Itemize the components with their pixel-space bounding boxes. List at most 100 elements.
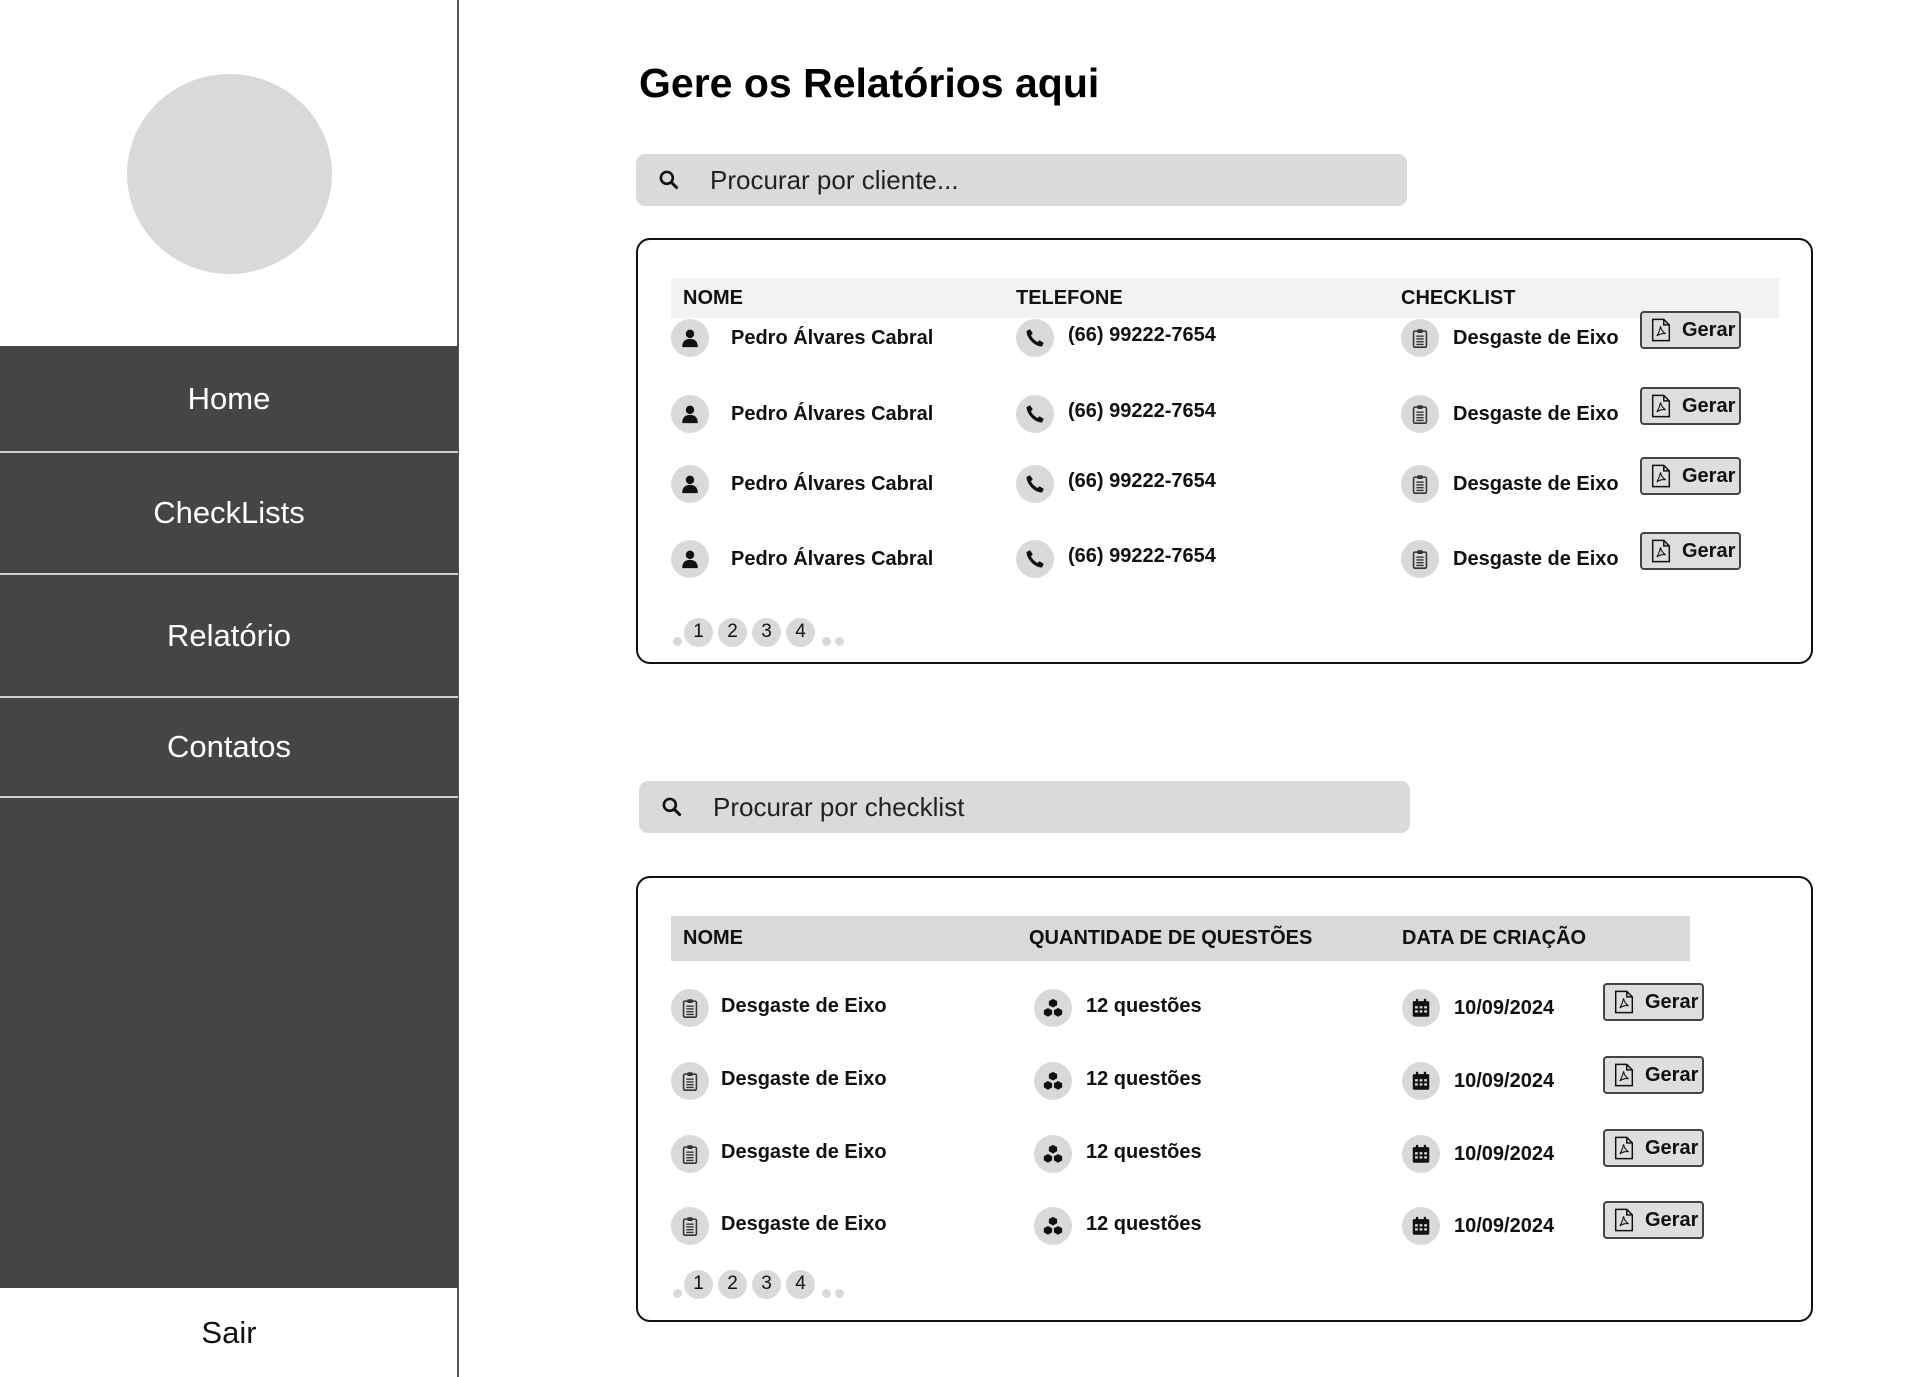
page-button[interactable]: 2 [718,617,747,647]
page-button[interactable]: 2 [718,1269,747,1299]
checklist-date: 10/09/2024 [1454,996,1555,1019]
gerar-label: Gerar [1645,1063,1699,1086]
client-checklist-cell: Desgaste de Eixo [1401,462,1619,506]
gerar-label: Gerar [1682,318,1736,341]
client-search-bar[interactable] [636,154,1407,206]
checklist-name: Desgaste de Eixo [721,1140,887,1163]
checklist-date-cell: 10/09/2024 [1402,1132,1554,1176]
client-name: Pedro Álvares Cabral [731,547,934,570]
client-checklist-cell: Desgaste de Eixo [1401,392,1619,436]
client-checklist: Desgaste de Eixo [1453,547,1619,570]
client-name-cell: Pedro Álvares Cabral [671,316,933,360]
calendar-icon [1402,1207,1440,1245]
client-checklist: Desgaste de Eixo [1453,326,1619,349]
checklist-name-cell: Desgaste de Eixo [671,986,887,1030]
checklist-questions-cell: 12 questões [1034,1132,1202,1176]
pdf-file-icon [1613,990,1645,1014]
phone-icon [1016,395,1054,433]
checklist-questions: 12 questões [1086,1140,1202,1163]
pagination-dot [673,637,682,646]
client-phone-cell: (66) 99222-7654 [1016,537,1216,581]
gerar-button[interactable]: Gerar [1640,457,1741,495]
client-phone: (66) 99222-7654 [1068,323,1216,346]
sidebar-item-home[interactable]: Home [0,346,458,453]
table-row: Pedro Álvares Cabral (66) 99222-7654 Desga… [671,457,1771,506]
checklist-date-cell: 10/09/2024 [1402,1059,1554,1103]
cubes-icon [1034,1135,1072,1173]
page-button[interactable]: 4 [786,1269,815,1299]
gerar-button[interactable]: Gerar [1640,311,1741,349]
client-name: Pedro Álvares Cabral [731,472,934,495]
sidebar-item-label: Home [187,380,271,416]
sidebar-item-contatos[interactable]: Contatos [0,698,458,798]
user-icon [671,319,709,357]
pagination-dot [822,637,831,646]
client-phone-cell: (66) 99222-7654 [1016,392,1216,436]
gerar-button[interactable]: Gerar [1603,1129,1704,1167]
sidebar-item-label: Relatório [166,617,292,653]
cubes-icon [1034,1207,1072,1245]
logout-button[interactable]: Sair [0,1288,458,1377]
sidebar-item-checklists[interactable]: CheckLists [0,453,458,575]
pagination-dot [835,1289,844,1298]
checklist-date: 10/09/2024 [1454,1069,1555,1092]
cubes-icon [1034,989,1072,1027]
page-button[interactable]: 4 [786,617,815,647]
gerar-button[interactable]: Gerar [1640,387,1741,425]
checklist-search-input[interactable] [713,791,1363,823]
logout-label: Sair [201,1314,257,1350]
checklist-questions-cell: 12 questões [1034,986,1202,1030]
cubes-icon [1034,1062,1072,1100]
client-phone: (66) 99222-7654 [1068,399,1216,422]
clipboard-icon [1401,540,1439,578]
calendar-icon [1402,1062,1440,1100]
clipboard-icon [1401,395,1439,433]
column-header-name: NOME [683,286,743,309]
page-button[interactable]: 1 [684,617,713,647]
phone-icon [1016,465,1054,503]
gerar-button[interactable]: Gerar [1603,1056,1704,1094]
calendar-icon [1402,989,1440,1027]
table-header: NOME TELEFONE CHECKLIST [671,278,1779,318]
clipboard-icon [671,1207,709,1245]
sidebar: Home CheckLists Relatório Contatos Sair [0,0,459,1377]
sidebar-item-relatorio[interactable]: Relatório [0,575,458,698]
pdf-file-icon [1613,1136,1645,1160]
checklist-name: Desgaste de Eixo [721,1212,887,1235]
pdf-file-icon [1650,464,1682,488]
user-icon [671,395,709,433]
avatar[interactable] [127,74,332,274]
client-search-input[interactable] [710,164,1360,196]
clipboard-icon [671,1135,709,1173]
gerar-button[interactable]: Gerar [1640,532,1741,570]
checklist-date-cell: 10/09/2024 [1402,986,1554,1030]
client-checklist: Desgaste de Eixo [1453,402,1619,425]
page-button[interactable]: 1 [684,1269,713,1299]
page-button[interactable]: 3 [752,617,781,647]
pdf-file-icon [1613,1063,1645,1087]
sidebar-item-label: CheckLists [153,495,305,530]
table-row: Desgaste de Eixo 12 questões 10/09/2024 Ger… [671,1129,1771,1176]
search-icon [659,170,679,190]
client-checklist-cell: Desgaste de Eixo [1401,316,1619,360]
client-phone: (66) 99222-7654 [1068,544,1216,567]
client-checklist-cell: Desgaste de Eixo [1401,537,1619,581]
gerar-button[interactable]: Gerar [1603,1201,1704,1239]
table-row: Pedro Álvares Cabral (66) 99222-7654 Desga… [671,311,1771,360]
gerar-label: Gerar [1682,464,1736,487]
page-button[interactable]: 3 [752,1269,781,1299]
gerar-button[interactable]: Gerar [1603,983,1704,1021]
calendar-icon [1402,1135,1440,1173]
checklists-table: NOME QUANTIDADE DE QUESTÕES DATA DE CRIA… [636,876,1813,1322]
pagination-dot [822,1289,831,1298]
checklist-questions-cell: 12 questões [1034,1204,1202,1248]
checklist-search-bar[interactable] [639,781,1410,833]
pagination: 1 2 3 4 [671,617,846,647]
clients-table: NOME TELEFONE CHECKLIST Pedro Álvares Ca… [636,238,1813,664]
checklist-questions-cell: 12 questões [1034,1059,1202,1103]
pdf-file-icon [1650,318,1682,342]
column-header-checklist: CHECKLIST [1401,286,1516,309]
client-phone-cell: (66) 99222-7654 [1016,462,1216,506]
client-name: Pedro Álvares Cabral [731,402,934,425]
table-row: Pedro Álvares Cabral (66) 99222-7654 Desga… [671,532,1771,581]
